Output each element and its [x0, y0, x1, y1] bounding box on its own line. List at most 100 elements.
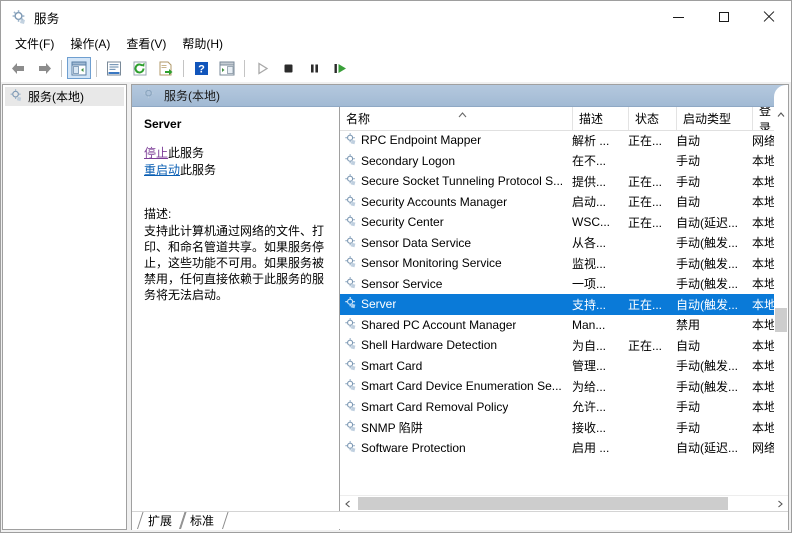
service-gear-icon — [344, 440, 357, 456]
restart-service-button[interactable] — [328, 57, 352, 79]
vertical-scroll-track[interactable] — [774, 123, 788, 496]
cell-log-on-as: 本地 — [752, 359, 774, 374]
list-vertical-scrollbar[interactable] — [774, 107, 788, 512]
table-row[interactable]: Security Accounts Manager 启动... 正在... 自动 本地 — [340, 192, 774, 213]
properties-button[interactable] — [102, 57, 126, 79]
cell-log-on-as: 本地 — [752, 318, 774, 333]
table-row[interactable]: Secure Socket Tunneling Protocol S... 提供.… — [340, 171, 774, 192]
menu-help[interactable]: 帮助(H) — [174, 35, 231, 54]
stop-service-link[interactable]: 停止 — [144, 146, 168, 160]
title-bar: 服务 — [1, 1, 791, 33]
services-list: 名称 描述 状态 启动类型 登录 RPC Endpoint Mapper 解析 … — [340, 107, 788, 530]
menu-view[interactable]: 查看(V) — [118, 35, 174, 54]
cell-log-on-as: 网络 — [752, 441, 774, 456]
table-row[interactable]: Server 支持... 正在... 自动(触发... 本地 — [340, 294, 774, 315]
show-hide-tree-button[interactable] — [67, 57, 91, 79]
cell-name: Smart Card Removal Policy — [340, 399, 565, 415]
tree-item-services-local[interactable]: 服务(本地) — [5, 87, 124, 106]
list-horizontal-scrollbar[interactable] — [340, 495, 788, 512]
table-row[interactable]: Sensor Monitoring Service 监视... 手动(触发... 本地 — [340, 253, 774, 274]
table-row[interactable]: Sensor Data Service 从各... 手动(触发... 本地 — [340, 233, 774, 254]
table-row[interactable]: Software Protection 启用 ... 自动(延迟... 网络 — [340, 438, 774, 459]
list-rows: RPC Endpoint Mapper 解析 ... 正在... 自动 网络 Second… — [340, 130, 774, 512]
cell-name: Sensor Service — [340, 276, 565, 292]
cell-startup-type: 自动(触发... — [676, 297, 738, 312]
back-button[interactable] — [6, 57, 30, 79]
cell-description: 允许... — [572, 400, 607, 415]
scroll-right-icon[interactable] — [772, 496, 788, 511]
console-tree-pane: 服务(本地) — [2, 84, 127, 530]
refresh-icon — [132, 61, 148, 76]
restart-service-suffix: 此服务 — [180, 163, 217, 177]
scroll-left-icon[interactable] — [340, 496, 356, 511]
vertical-scroll-thumb[interactable] — [775, 308, 787, 332]
stop-service-button[interactable] — [276, 57, 300, 79]
toolbar-separator — [96, 59, 97, 77]
table-row[interactable]: Smart Card 管理... 手动(触发... 本地 — [340, 356, 774, 377]
service-gear-icon — [344, 296, 357, 312]
minimize-button[interactable] — [656, 1, 701, 33]
cell-description: 在不... — [572, 154, 607, 169]
tab-standard-label: 标准 — [190, 514, 215, 528]
services-gear-icon — [9, 88, 23, 105]
table-row[interactable]: Security Center WSC... 正在... 自动(延迟... 本地 — [340, 212, 774, 233]
services-gear-icon — [11, 9, 27, 25]
column-header-description[interactable]: 描述 — [572, 107, 628, 130]
start-service-button[interactable] — [250, 57, 274, 79]
maximize-button[interactable] — [701, 1, 746, 33]
service-gear-icon — [344, 358, 357, 374]
service-gear-icon — [344, 132, 357, 148]
help-button[interactable]: ? — [189, 57, 213, 79]
back-icon — [10, 61, 27, 76]
table-row[interactable]: SNMP 陷阱 接收... 手动 本地 — [340, 417, 774, 438]
column-header-startup-type[interactable]: 启动类型 — [676, 107, 752, 130]
start-service-icon — [256, 61, 269, 75]
tab-extended[interactable]: 扩展 — [138, 512, 180, 529]
stop-service-suffix: 此服务 — [168, 146, 205, 160]
cell-name: Sensor Data Service — [340, 235, 565, 251]
table-row[interactable]: Sensor Service 一项... 手动(触发... 本地 — [340, 274, 774, 295]
close-icon — [763, 11, 775, 23]
cell-log-on-as: 本地 — [752, 379, 774, 394]
menu-action[interactable]: 操作(A) — [62, 35, 118, 54]
cell-status: 正在... — [628, 297, 663, 312]
cell-startup-type: 自动 — [676, 338, 701, 353]
cell-name: Security Accounts Manager — [340, 194, 565, 210]
minimize-icon — [673, 16, 684, 18]
scroll-up-icon[interactable] — [774, 107, 788, 123]
cell-name: Shared PC Account Manager — [340, 317, 565, 333]
column-header-log-on-as[interactable]: 登录 — [752, 107, 774, 130]
column-header-name[interactable]: 名称 — [340, 107, 572, 130]
tab-standard[interactable]: 标准 — [180, 512, 222, 529]
restart-service-link[interactable]: 重启动 — [144, 163, 180, 177]
menu-file[interactable]: 文件(F) — [7, 35, 62, 54]
tree-item-label: 服务(本地) — [28, 90, 84, 104]
table-row[interactable]: Smart Card Device Enumeration Se... 为给...… — [340, 376, 774, 397]
close-button[interactable] — [746, 1, 791, 33]
cell-name-label: Sensor Data Service — [361, 235, 472, 250]
horizontal-scroll-track[interactable] — [356, 496, 772, 511]
pause-service-button[interactable] — [302, 57, 326, 79]
cell-description: 提供... — [572, 174, 607, 189]
cell-startup-type: 手动(触发... — [676, 277, 738, 292]
forward-button[interactable] — [32, 57, 56, 79]
table-row[interactable]: Shared PC Account Manager Man... 禁用 本地 — [340, 315, 774, 336]
table-row[interactable]: RPC Endpoint Mapper 解析 ... 正在... 自动 网络 — [340, 130, 774, 151]
toolbar-separator — [183, 59, 184, 77]
refresh-button[interactable] — [128, 57, 152, 79]
window-title: 服务 — [34, 11, 60, 26]
service-gear-icon — [344, 255, 357, 271]
cell-startup-type: 手动(触发... — [676, 359, 738, 374]
show-action-pane-button[interactable] — [215, 57, 239, 79]
cell-log-on-as: 本地 — [752, 154, 774, 169]
export-list-button[interactable] — [154, 57, 178, 79]
table-row[interactable]: Secondary Logon 在不... 手动 本地 — [340, 151, 774, 172]
cell-name-label: RPC Endpoint Mapper — [361, 133, 482, 148]
table-row[interactable]: Smart Card Removal Policy 允许... 手动 本地 — [340, 397, 774, 418]
cell-description: 为给... — [572, 379, 607, 394]
column-header-status[interactable]: 状态 — [628, 107, 676, 130]
horizontal-scroll-thumb[interactable] — [358, 497, 728, 510]
table-row[interactable]: Shell Hardware Detection 为自... 正在... 自动 本地 — [340, 335, 774, 356]
cell-log-on-as: 本地 — [752, 338, 774, 353]
cell-log-on-as: 本地 — [752, 236, 774, 251]
